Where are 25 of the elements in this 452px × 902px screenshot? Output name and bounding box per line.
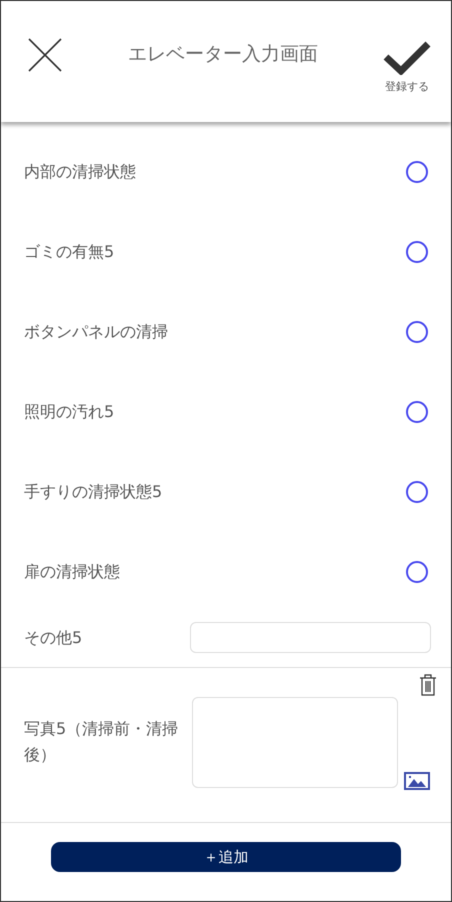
item-label: ボタンパネルの清掃	[24, 321, 168, 343]
item-label: その他5	[24, 626, 82, 648]
close-button[interactable]	[27, 36, 63, 72]
trash-icon	[419, 674, 437, 696]
check-icon	[383, 41, 431, 76]
register-button[interactable]: 登録する	[383, 41, 431, 96]
item-label: 内部の清掃状態	[24, 161, 136, 183]
text-field[interactable]	[190, 622, 431, 653]
item-label: 写真5（清掃前・清掃後）	[24, 718, 180, 766]
item-label: ゴミの有無5	[24, 241, 114, 263]
radio-circle[interactable]	[406, 401, 428, 423]
delete-button[interactable]	[419, 672, 437, 696]
add-button[interactable]: ＋追加	[51, 842, 401, 872]
close-icon	[27, 36, 63, 72]
item-label: 照明の汚れ5	[24, 401, 114, 423]
item-label: 扉の清掃状態	[24, 561, 120, 583]
radio-circle[interactable]	[406, 481, 428, 503]
radio-circle[interactable]	[406, 561, 428, 583]
window-title: エレベーター入力画面	[127, 42, 319, 68]
radio-circle[interactable]	[406, 241, 428, 263]
radio-circle[interactable]	[406, 161, 428, 183]
image-icon	[404, 772, 430, 790]
radio-circle[interactable]	[406, 321, 428, 343]
photo-field[interactable]	[192, 697, 398, 788]
item-label: 手すりの清掃状態5	[24, 481, 162, 503]
